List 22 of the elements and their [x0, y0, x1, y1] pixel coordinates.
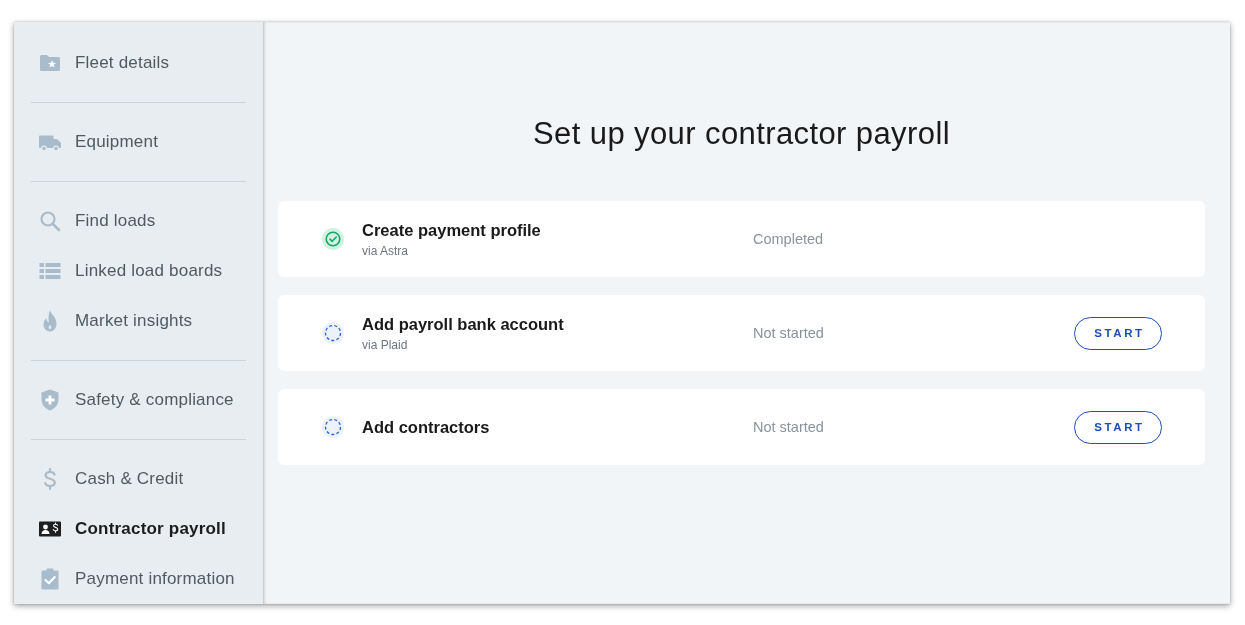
- sidebar-item[interactable]: Cash & Credit: [14, 454, 263, 504]
- sidebar-item[interactable]: Market insights: [14, 296, 263, 346]
- page-title: Set up your contractor payroll: [533, 115, 950, 153]
- step-status: Not started: [753, 325, 824, 341]
- sidebar-item[interactable]: Linked load boards: [14, 246, 263, 296]
- step-status: Completed: [753, 231, 824, 247]
- step-title: Create payment profile: [362, 220, 542, 240]
- search-icon: [38, 209, 62, 233]
- sidebar-item[interactable]: Fleet details: [14, 38, 263, 88]
- start-button[interactable]: START: [1074, 316, 1162, 350]
- sidebar-item[interactable]: Safety & compliance: [14, 375, 263, 425]
- step-provider: via Astra: [362, 243, 410, 258]
- step-status: Not started: [753, 419, 824, 435]
- step-provider: via Plaid: [362, 337, 409, 352]
- start-button[interactable]: START: [1074, 410, 1162, 444]
- sidebar-item[interactable]: Equipment: [14, 117, 263, 167]
- step-title: Add payroll bank account: [362, 314, 565, 334]
- sidebar-item[interactable]: Find loads: [14, 196, 263, 246]
- shield-plus-icon: [38, 388, 62, 412]
- step-title: Add contractors: [362, 417, 491, 437]
- sidebar-item[interactable]: Payment information: [14, 554, 263, 604]
- sidebar-item[interactable]: Contractor payroll: [14, 504, 263, 554]
